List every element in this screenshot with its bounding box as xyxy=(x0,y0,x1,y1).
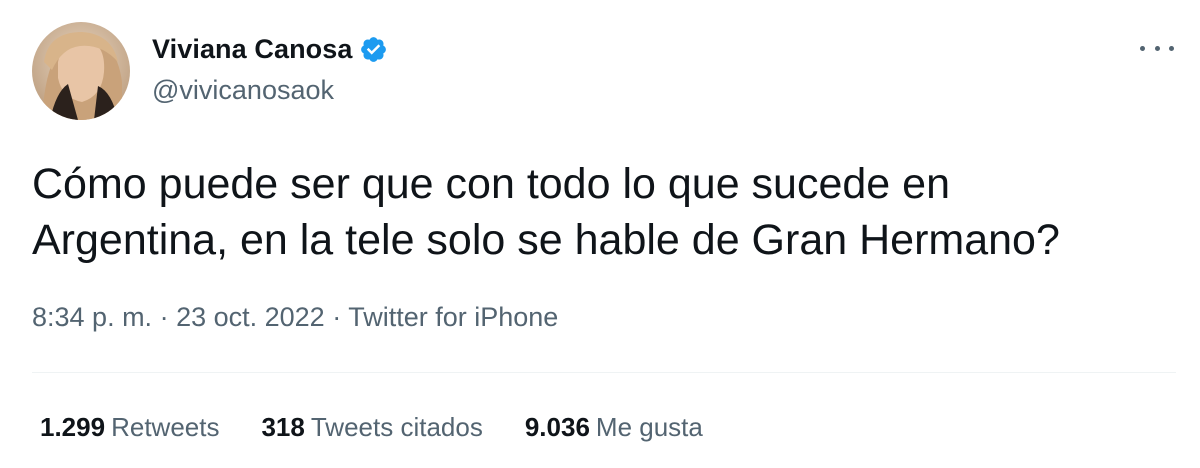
avatar-photo xyxy=(32,22,130,120)
stat-label: Tweets citados xyxy=(310,412,483,442)
dot xyxy=(1154,45,1160,51)
tweet-header: Viviana Canosa @vivicanosaok xyxy=(32,22,388,120)
stat-count: 1.299 xyxy=(40,412,106,442)
author-identity: Viviana Canosa @vivicanosaok xyxy=(152,33,388,106)
meta-separator: · xyxy=(152,302,177,332)
tweet-text: Cómo puede ser que con todo lo que suced… xyxy=(32,160,1060,264)
tweet-source[interactable]: Twitter for iPhone xyxy=(348,302,558,332)
author-handle[interactable]: @vivicanosaok xyxy=(152,75,388,106)
stat-quote-tweets[interactable]: 318 Tweets citados xyxy=(261,412,482,443)
stat-count: 318 xyxy=(261,412,305,442)
tweet-time[interactable]: 8:34 p. m. xyxy=(32,302,152,332)
tweet-date[interactable]: 23 oct. 2022 xyxy=(176,302,325,332)
stat-count: 9.036 xyxy=(524,412,590,442)
tweet-card: Viviana Canosa @vivicanosaok Cómo puede … xyxy=(0,0,1200,468)
author-name-row: Viviana Canosa xyxy=(152,33,388,67)
tweet-stats: 1.299 Retweets 318 Tweets citados 9.036 Me … xyxy=(40,412,745,443)
stat-label: Retweets xyxy=(111,412,220,442)
stat-retweets[interactable]: 1.299 Retweets xyxy=(40,412,219,443)
dot xyxy=(1169,45,1174,51)
verified-badge-icon xyxy=(359,35,388,64)
divider xyxy=(32,372,1176,373)
more-options-icon[interactable] xyxy=(1140,38,1174,58)
stat-label: Me gusta xyxy=(595,412,703,442)
meta-separator: · xyxy=(324,302,349,332)
avatar[interactable] xyxy=(32,22,130,120)
tweet-meta: 8:34 p. m. · 23 oct. 2022 · Twitter for … xyxy=(32,302,558,333)
stat-likes[interactable]: 9.036 Me gusta xyxy=(525,412,703,443)
dot xyxy=(1140,45,1145,51)
author-name[interactable]: Viviana Canosa xyxy=(152,34,353,65)
